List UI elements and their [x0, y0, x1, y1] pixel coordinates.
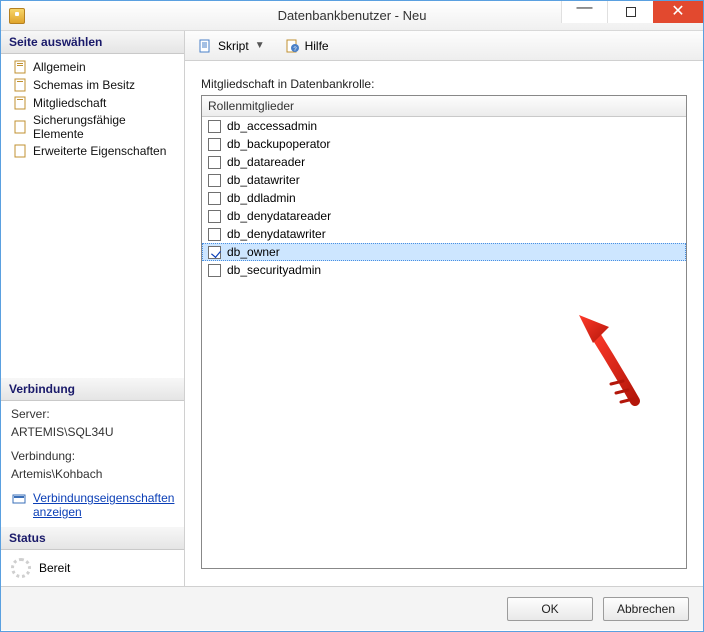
status-header: Status — [1, 527, 184, 550]
role-row[interactable]: db_backupoperator — [202, 135, 686, 153]
server-value: ARTEMIS\SQL34U — [1, 423, 184, 443]
roles-group-label: Mitgliedschaft in Datenbankrolle: — [201, 77, 687, 91]
close-button[interactable]: ✕ — [653, 1, 703, 23]
help-label: Hilfe — [305, 39, 329, 53]
role-label: db_accessadmin — [227, 119, 317, 133]
role-checkbox[interactable] — [208, 228, 221, 241]
role-label: db_datareader — [227, 155, 305, 169]
page-nav: Allgemein Schemas im Besitz Mitgliedscha… — [1, 54, 184, 164]
page-icon — [13, 95, 29, 111]
nav-label: Schemas im Besitz — [33, 78, 135, 92]
role-checkbox[interactable] — [208, 264, 221, 277]
maximize-button[interactable] — [607, 1, 653, 23]
role-label: db_datawriter — [227, 173, 300, 187]
role-row[interactable]: db_securityadmin — [202, 261, 686, 279]
connection-properties-link[interactable]: Verbindungseigenschaften anzeigen — [33, 491, 174, 519]
role-row[interactable]: db_accessadmin — [202, 117, 686, 135]
status-value: Bereit — [39, 561, 70, 575]
properties-icon — [11, 491, 27, 507]
status-spinner-icon — [11, 558, 31, 578]
select-page-header: Seite auswählen — [1, 31, 184, 54]
nav-label: Mitgliedschaft — [33, 96, 106, 110]
nav-item-schemas[interactable]: Schemas im Besitz — [3, 76, 182, 94]
role-checkbox[interactable] — [208, 174, 221, 187]
role-checkbox[interactable] — [208, 138, 221, 151]
nav-item-mitgliedschaft[interactable]: Mitgliedschaft — [3, 94, 182, 112]
main-panel: Skript ▼ ? Hilfe Mitgliedschaft in Daten… — [185, 31, 703, 586]
nav-label: Erweiterte Eigenschaften — [33, 144, 166, 158]
nav-item-sicherung[interactable]: Sicherungsfähige Elemente — [3, 112, 182, 142]
connection-label: Verbindung: — [1, 443, 184, 465]
role-label: db_securityadmin — [227, 263, 321, 277]
role-label: db_ddladmin — [227, 191, 296, 205]
connection-value: Artemis\Kohbach — [1, 465, 184, 485]
script-label: Skript — [218, 39, 249, 53]
role-label: db_backupoperator — [227, 137, 330, 151]
role-checkbox[interactable] — [208, 246, 221, 259]
server-label: Server: — [1, 401, 184, 423]
page-icon — [13, 119, 29, 135]
nav-label: Sicherungsfähige Elemente — [33, 113, 178, 141]
page-icon — [13, 143, 29, 159]
toolbar: Skript ▼ ? Hilfe — [185, 31, 703, 61]
page-icon — [13, 77, 29, 93]
role-row[interactable]: db_datawriter — [202, 171, 686, 189]
sidebar: Seite auswählen Allgemein Schemas im Bes… — [1, 31, 185, 586]
chevron-down-icon: ▼ — [253, 40, 267, 51]
role-label: db_denydatawriter — [227, 227, 326, 241]
ok-button[interactable]: OK — [507, 597, 593, 621]
role-checkbox[interactable] — [208, 156, 221, 169]
dialog-footer: OK Abbrechen — [1, 586, 703, 630]
role-row[interactable]: db_owner — [202, 243, 686, 261]
page-icon — [13, 59, 29, 75]
connection-panel: Server: ARTEMIS\SQL34U Verbindung: Artem… — [1, 401, 184, 527]
titlebar: Datenbankbenutzer - Neu — ✕ — [1, 1, 703, 31]
nav-label: Allgemein — [33, 60, 86, 74]
window-buttons: — ✕ — [561, 1, 703, 30]
role-row[interactable]: db_denydatawriter — [202, 225, 686, 243]
role-checkbox[interactable] — [208, 120, 221, 133]
script-icon — [198, 38, 214, 54]
help-button[interactable]: ? Hilfe — [278, 35, 336, 57]
status-row: Bereit — [1, 550, 184, 586]
connection-header: Verbindung — [1, 378, 184, 401]
nav-item-allgemein[interactable]: Allgemein — [3, 58, 182, 76]
role-checkbox[interactable] — [208, 210, 221, 223]
role-checkbox[interactable] — [208, 192, 221, 205]
app-icon — [9, 8, 25, 24]
roles-column-header[interactable]: Rollenmitglieder — [202, 96, 686, 117]
cancel-button[interactable]: Abbrechen — [603, 597, 689, 621]
help-icon: ? — [285, 38, 301, 54]
role-row[interactable]: db_datareader — [202, 153, 686, 171]
role-row[interactable]: db_denydatareader — [202, 207, 686, 225]
role-label: db_owner — [227, 245, 280, 259]
nav-item-erweitert[interactable]: Erweiterte Eigenschaften — [3, 142, 182, 160]
roles-listbox[interactable]: Rollenmitglieder db_accessadmin db_backup… — [201, 95, 687, 569]
minimize-button[interactable]: — — [561, 1, 607, 23]
script-button[interactable]: Skript ▼ — [191, 35, 274, 57]
role-label: db_denydatareader — [227, 209, 331, 223]
role-row[interactable]: db_ddladmin — [202, 189, 686, 207]
